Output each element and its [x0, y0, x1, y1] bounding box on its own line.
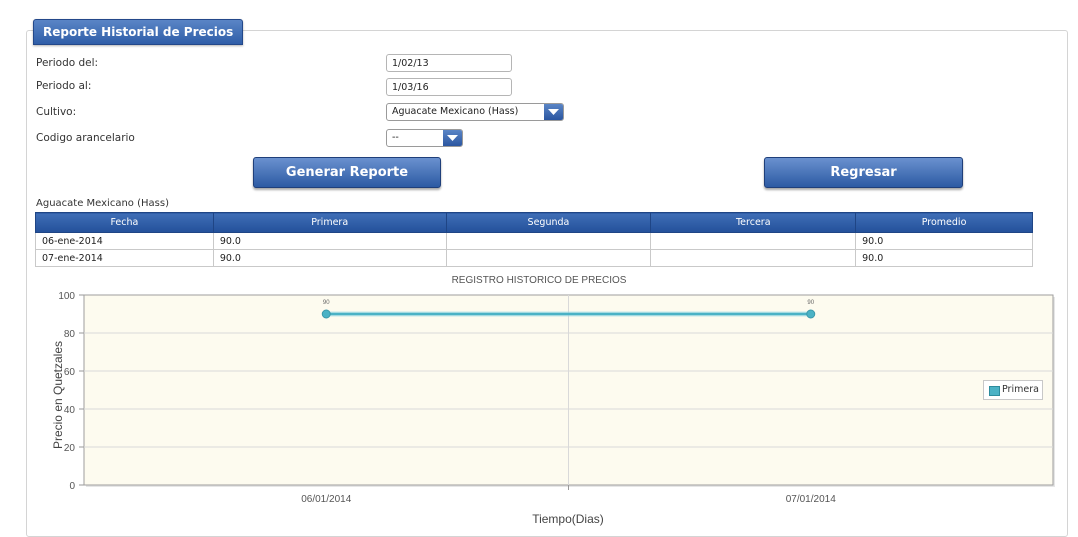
chevron-down-icon[interactable]	[544, 104, 563, 120]
table-cell	[445, 249, 652, 267]
periodo-del-input[interactable]: 1/02/13	[386, 54, 512, 72]
panel-title: Reporte Historial de Precios	[33, 19, 244, 45]
column-header: Primera	[212, 212, 447, 233]
table-cell: 06-ene-2014	[35, 232, 214, 250]
x-axis-label: Tiempo(Dias)	[532, 512, 604, 526]
table-cell	[445, 232, 652, 250]
cultivo-select[interactable]: Aguacate Mexicano (Hass)	[386, 103, 564, 121]
column-header: Promedio	[855, 212, 1033, 233]
table-cell: 90.0	[212, 249, 447, 267]
regresar-button[interactable]: Regresar	[764, 157, 963, 188]
table-cell: 90.0	[855, 232, 1033, 250]
chart-title: REGISTRO HISTORICO DE PRECIOS	[451, 275, 627, 286]
chevron-down-icon[interactable]	[443, 130, 462, 146]
generar-reporte-button[interactable]: Generar Reporte	[253, 157, 441, 188]
column-header: Segunda	[445, 212, 652, 233]
periodo-al-label: Periodo al:	[36, 80, 92, 92]
column-header: Fecha	[35, 212, 214, 233]
column-header: Tercera	[650, 212, 857, 233]
report-table: Fecha Primera Segunda Tercera Promedio 0…	[35, 212, 1033, 267]
table-cell: 07-ene-2014	[35, 249, 214, 267]
legend-swatch	[989, 386, 1000, 396]
periodo-al-input[interactable]: 1/03/16	[386, 78, 512, 96]
table-cell: 90.0	[212, 232, 447, 250]
table-row: 07-ene-2014 90.0 90.0	[35, 249, 1033, 267]
chart-legend: Primera	[983, 380, 1043, 400]
y-axis-label: Precio en Quetzales	[51, 340, 65, 450]
periodo-del-label: Periodo del:	[36, 57, 99, 69]
table-cell: 90.0	[855, 249, 1033, 267]
legend-label: Primera	[1002, 384, 1039, 395]
codigo-select-value: --	[392, 132, 399, 143]
table-cell	[650, 249, 857, 267]
report-crop-name: Aguacate Mexicano (Hass)	[36, 198, 169, 209]
codigo-label: Codigo arancelario	[36, 132, 135, 144]
codigo-select[interactable]: --	[386, 129, 463, 147]
cultivo-select-value: Aguacate Mexicano (Hass)	[392, 106, 519, 117]
table-header-row: Fecha Primera Segunda Tercera Promedio	[35, 212, 1033, 233]
cultivo-label: Cultivo:	[36, 106, 77, 118]
table-cell	[650, 232, 857, 250]
table-row: 06-ene-2014 90.0 90.0	[35, 232, 1033, 250]
